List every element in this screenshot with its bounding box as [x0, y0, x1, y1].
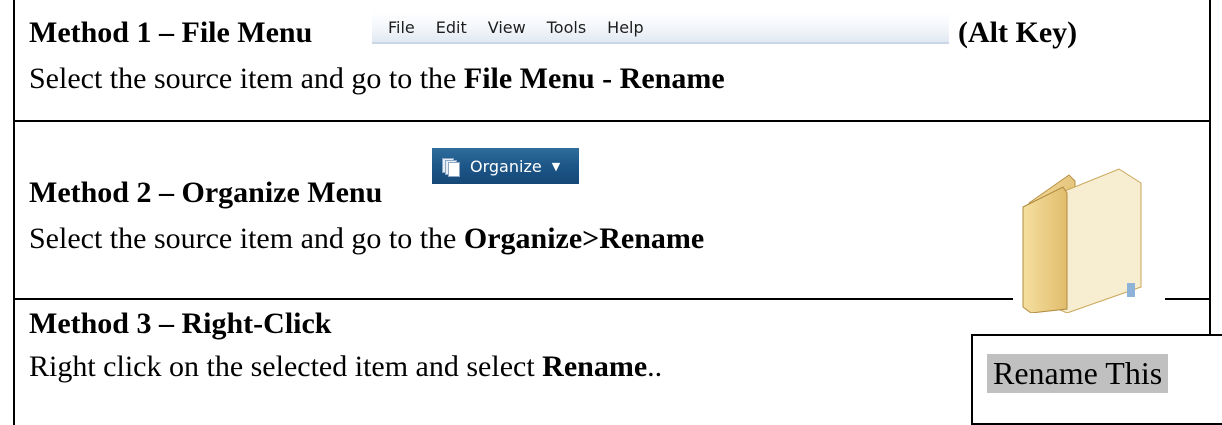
method1-description: Select the source item and go to the Fil…: [29, 64, 725, 94]
folder-icon: [1022, 168, 1142, 313]
rename-box: Rename This: [971, 334, 1222, 425]
method2-description: Select the source item and go to the Org…: [29, 224, 704, 254]
method3-description: Right click on the selected item and sel…: [29, 352, 662, 382]
row-divider-2-right: [1165, 298, 1211, 300]
rename-field[interactable]: Rename This: [987, 354, 1169, 394]
method1-desc-text: Select the source item and go to the: [29, 62, 464, 95]
organize-button[interactable]: Organize ▼: [432, 148, 579, 184]
method3-desc-suffix: ..: [647, 350, 663, 383]
method1-desc-bold: File Menu - Rename: [463, 62, 725, 95]
alt-key-note: (Alt Key): [958, 16, 1078, 49]
organize-button-label: Organize: [470, 156, 542, 176]
method1-heading: Method 1 – File Menu: [29, 16, 313, 49]
menu-item-help[interactable]: Help: [607, 18, 643, 37]
method2-heading: Method 2 – Organize Menu: [29, 176, 383, 209]
table-left-border: [13, 0, 15, 425]
menu-item-file[interactable]: File: [388, 18, 415, 37]
method3-desc-bold: Rename: [542, 350, 648, 383]
table-right-border: [1209, 0, 1211, 334]
method2-desc-text: Select the source item and go to the: [29, 222, 464, 255]
row-divider-1: [13, 120, 1211, 122]
documents-stack-icon: [442, 157, 460, 177]
menu-item-tools[interactable]: Tools: [547, 18, 586, 37]
row-divider-2-left: [13, 298, 1013, 300]
method3-desc-text: Right click on the selected item and sel…: [29, 350, 543, 383]
menu-item-view[interactable]: View: [488, 18, 526, 37]
method3-heading: Method 3 – Right-Click: [29, 307, 332, 340]
chevron-down-icon: ▼: [551, 159, 561, 173]
file-menu-bar: File Edit View Tools Help: [372, 12, 949, 44]
menu-item-edit[interactable]: Edit: [436, 18, 467, 37]
method2-desc-bold: Organize>Rename: [463, 222, 705, 255]
